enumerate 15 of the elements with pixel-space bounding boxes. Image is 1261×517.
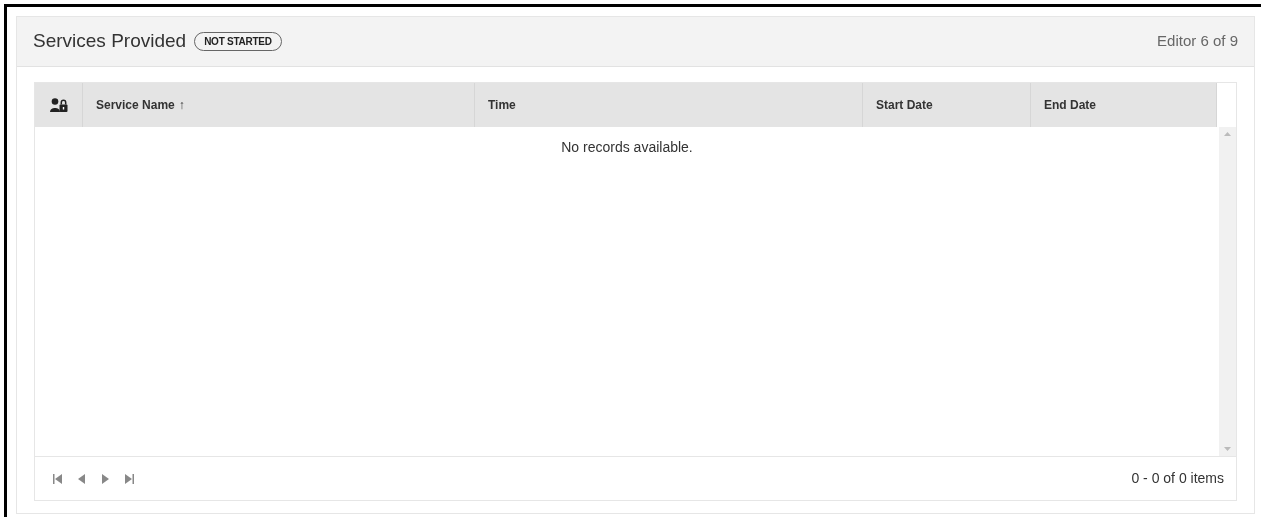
column-label: End Date	[1044, 97, 1096, 114]
pager-summary: 0 - 0 of 0 items	[1131, 469, 1224, 488]
column-label: Service Name	[96, 97, 175, 114]
column-header[interactable]: Time	[475, 83, 863, 127]
user-lock-icon	[49, 98, 68, 112]
editor-position: Editor 6 of 9	[1157, 31, 1238, 52]
empty-message: No records available.	[561, 138, 693, 157]
column-header[interactable]: End Date	[1031, 83, 1217, 127]
column-header[interactable]: Start Date	[863, 83, 1031, 127]
sort-indicator: ↑	[178, 97, 185, 114]
column-label: Time	[488, 97, 516, 114]
section-title: Services Provided	[33, 29, 187, 54]
column-header[interactable]: Service Name ↑	[83, 83, 475, 127]
column-label: Start Date	[876, 97, 933, 114]
column-header[interactable]	[35, 83, 83, 127]
